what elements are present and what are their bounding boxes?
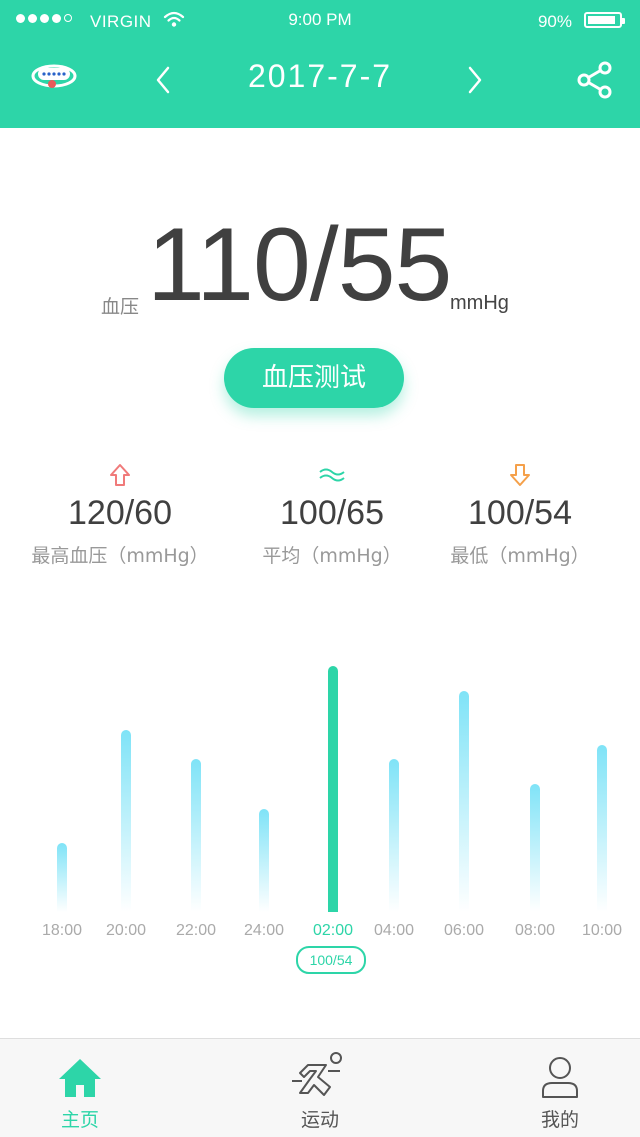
chart-x-tick: 10:00 [581, 922, 623, 939]
battery-percent: 90% [537, 12, 572, 31]
chart-x-tick: 02:00 [312, 922, 354, 939]
tab-profile-label: 我的 [540, 1109, 579, 1131]
stat-min-value: 100/54 [468, 494, 572, 532]
stat-min-caption: 最低（mmHg） [450, 545, 590, 567]
bp-reading: 血压 110/55 mmHg [0, 207, 640, 330]
stat-avg-value: 100/65 [280, 494, 384, 532]
tab-home[interactable]: 主页 [0, 1039, 160, 1137]
tab-profile[interactable]: 我的 [480, 1039, 640, 1137]
tab-home-label: 主页 [60, 1109, 99, 1131]
header: VIRGIN 9:00 PM 90% 2017-7-7 [0, 0, 640, 128]
chart-bar[interactable] [57, 843, 67, 912]
battery-icon [584, 12, 625, 28]
tab-sport-label: 运动 [300, 1109, 339, 1131]
tab-bar: 主页 运动 我的 [0, 1038, 640, 1137]
chart-bar[interactable] [530, 784, 540, 912]
stat-max-caption: 最高血压（mmHg） [31, 545, 209, 567]
tab-sport[interactable]: 运动 [240, 1039, 400, 1137]
current-date: 2017-7-7 [247, 58, 393, 94]
chart-x-tick: 20:00 [105, 922, 147, 939]
chart-x-tick: 22:00 [175, 922, 217, 939]
arrow-down-icon [420, 460, 620, 490]
stat-avg-caption: 平均（mmHg） [262, 545, 402, 567]
chart-bar[interactable] [328, 666, 338, 912]
chart-x-tick: 08:00 [514, 922, 556, 939]
share-icon[interactable] [574, 60, 616, 104]
chevron-right-icon [468, 66, 482, 94]
stat-avg: 100/65 平均（mmHg） [232, 460, 432, 568]
chart-bar[interactable] [597, 745, 607, 912]
bp-chart: 100/54 18:00 20:00 22:00 24:00 02:00 04:00 06:… [0, 640, 640, 980]
bp-unit: mmHg [450, 292, 509, 314]
chart-x-tick: 06:00 [443, 922, 485, 939]
bp-test-button[interactable]: 血压测试 [224, 348, 404, 408]
selected-value-bubble: 100/54 [296, 946, 366, 974]
chart-bar[interactable] [459, 691, 469, 912]
chart-x-tick: 24:00 [243, 922, 285, 939]
stat-min: 100/54 最低（mmHg） [420, 460, 620, 568]
arrow-up-icon [20, 460, 220, 490]
bp-value: 110/55 [147, 207, 452, 323]
bp-stats: 120/60 最高血压（mmHg） 100/65 平均（mmHg） 100/54… [0, 460, 640, 580]
chart-bar[interactable] [259, 809, 269, 912]
chart-x-tick: 18:00 [41, 922, 83, 939]
bp-label: 血压 [101, 296, 140, 318]
status-bar: VIRGIN 9:00 PM 90% [0, 0, 640, 40]
wave-icon [232, 460, 432, 490]
chart-bar[interactable] [191, 759, 201, 912]
chart-x-tick: 04:00 [373, 922, 415, 939]
date-nav: 2017-7-7 [0, 40, 640, 128]
stat-max-value: 120/60 [68, 494, 172, 532]
home-icon [0, 1039, 160, 1099]
chart-bar[interactable] [121, 730, 131, 912]
user-icon [480, 1039, 640, 1099]
running-icon [240, 1039, 400, 1099]
next-date-button[interactable] [460, 60, 490, 100]
stat-max: 120/60 最高血压（mmHg） [20, 460, 220, 568]
chart-bar[interactable] [389, 759, 399, 912]
